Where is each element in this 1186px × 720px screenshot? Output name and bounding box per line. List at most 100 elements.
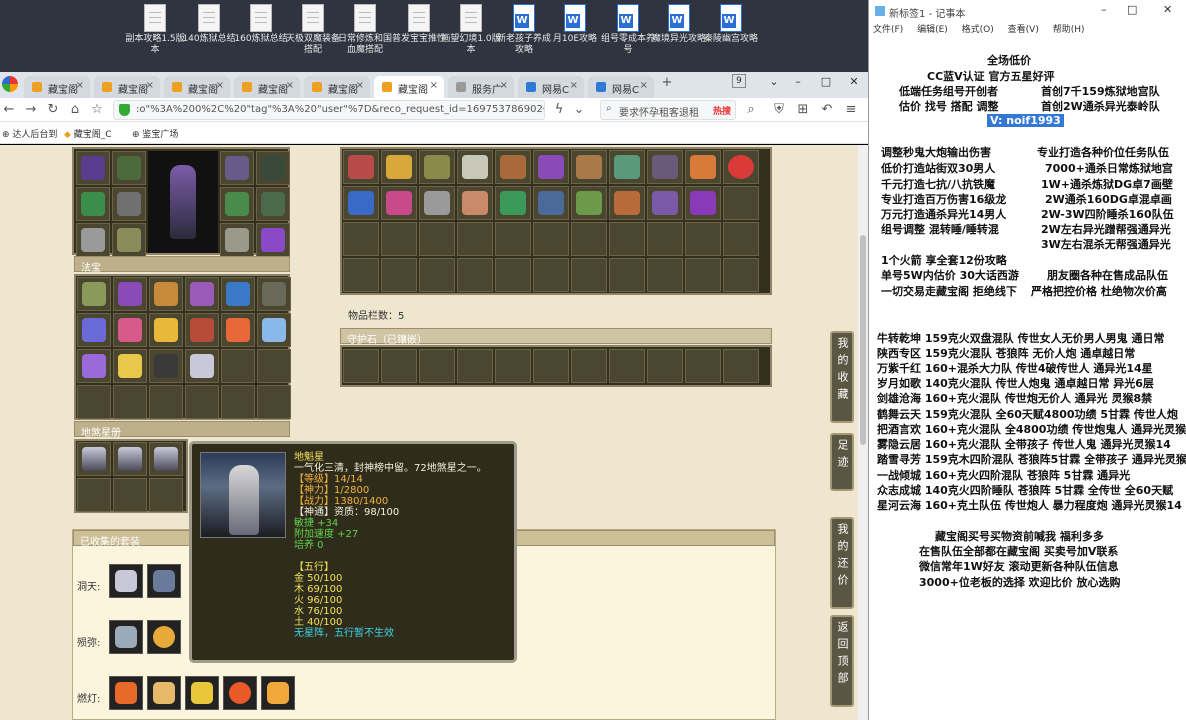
disha-slot[interactable] [77,478,111,512]
stone-slot[interactable] [343,349,379,383]
fabao-slot[interactable] [149,313,183,347]
chevron-down-icon[interactable]: ⌄ [570,101,588,119]
inventory-slot[interactable] [723,150,759,184]
disha-slot[interactable] [149,478,183,512]
search-icon[interactable]: ⌕ [742,101,760,119]
inventory-slot[interactable] [343,258,379,292]
notepad-text-area[interactable]: 全场低价 CC蓝V认证 官方五星好评 低端任务组号开创者 首创7千159炼狱地宫… [869,40,1186,720]
inventory-slot[interactable] [381,150,417,184]
bookmark-item[interactable]: ⊕ 达人后台到 [2,127,57,140]
suit-item[interactable] [109,564,143,598]
inventory-slot[interactable] [609,258,645,292]
back-icon[interactable]: ← [0,101,18,119]
inventory-slot[interactable] [343,186,379,220]
inventory-slot[interactable] [685,186,721,220]
fabao-slot[interactable] [77,313,111,347]
fabao-slot[interactable] [185,349,219,383]
inventory-slot[interactable] [457,222,493,256]
stone-slot[interactable] [571,349,607,383]
equip-slot[interactable] [112,223,146,257]
close-icon[interactable]: × [640,80,648,91]
fabao-slot[interactable] [113,385,147,419]
stone-slot[interactable] [495,349,531,383]
desktop-file[interactable]: 副本攻略1.5版本 [124,4,186,56]
equip-slot[interactable] [220,223,254,257]
inventory-slot[interactable] [533,186,569,220]
back-to-top-button[interactable]: 返回顶部 [830,615,854,707]
inventory-slot[interactable] [609,150,645,184]
menu-view[interactable]: 查看(V) [1008,25,1039,35]
suit-item[interactable] [223,676,257,710]
inventory-slot[interactable] [495,258,531,292]
browser-tab[interactable]: 服务广 × [448,76,514,98]
inventory-slot[interactable] [571,186,607,220]
fabao-slot[interactable] [77,385,111,419]
fabao-slot[interactable] [257,313,291,347]
inventory-slot[interactable] [495,186,531,220]
inventory-slot[interactable] [343,222,379,256]
fabao-slot[interactable] [185,277,219,311]
close-icon[interactable]: ✕ [1163,3,1172,16]
menu-help[interactable]: 帮助(H) [1053,25,1085,35]
fabao-slot[interactable] [257,349,291,383]
url-input[interactable]: :o"%3A%200%2C%20"tag"%3A%20"user"%7D&rec… [113,100,545,120]
forward-icon[interactable]: → [22,101,40,119]
inventory-slot[interactable] [647,258,683,292]
inventory-slot[interactable] [533,150,569,184]
menu-icon[interactable]: ≡ [842,101,860,119]
disha-slot[interactable] [113,478,147,512]
inventory-slot[interactable] [571,258,607,292]
close-icon[interactable]: ✕ [840,72,868,92]
suit-item[interactable] [109,676,143,710]
apps-icon[interactable]: ⊞ [794,101,812,119]
stone-slot[interactable] [647,349,683,383]
my-bargain-button[interactable]: 我的还价 [830,517,854,609]
inventory-slot[interactable] [419,222,455,256]
inventory-slot[interactable] [495,222,531,256]
disha-slot[interactable] [113,442,147,476]
suit-item[interactable] [261,676,295,710]
equip-slot[interactable] [112,151,146,185]
inventory-slot[interactable] [381,258,417,292]
inventory-slot[interactable] [647,186,683,220]
stone-slot[interactable] [419,349,455,383]
close-icon[interactable]: × [146,80,154,91]
maximize-icon[interactable]: □ [812,72,840,92]
desktop-file[interactable]: 日常修炼和国血魔搭配 [334,4,396,56]
browser-tab[interactable]: 藏宝阁 × [94,76,160,98]
inventory-slot[interactable] [723,258,759,292]
inventory-slot[interactable] [723,186,759,220]
menu-file[interactable]: 文件(F) [873,25,903,35]
suit-item[interactable] [185,676,219,710]
search-input[interactable]: ⌕ 要求怀孕租客退租 热搜 [600,100,736,120]
fabao-slot[interactable] [113,313,147,347]
disha-slot[interactable] [149,442,183,476]
stone-slot[interactable] [381,349,417,383]
inventory-slot[interactable] [533,222,569,256]
minimize-icon[interactable]: – [1101,3,1107,16]
equip-slot[interactable] [220,187,254,221]
inventory-slot[interactable] [723,222,759,256]
suit-item[interactable] [147,564,181,598]
stone-slot[interactable] [723,349,759,383]
inventory-slot[interactable] [419,186,455,220]
fabao-slot[interactable] [77,349,111,383]
maximize-icon[interactable]: □ [1127,3,1137,16]
refresh-icon[interactable]: ↻ [44,101,62,119]
stone-slot[interactable] [609,349,645,383]
shield-icon[interactable]: ⛨ [770,101,788,119]
fabao-slot[interactable] [113,349,147,383]
inventory-slot[interactable] [457,150,493,184]
desktop-file[interactable]: 秦陵幽宫攻略 [700,4,762,45]
fabao-slot[interactable] [77,277,111,311]
my-favorites-button[interactable]: 我的收藏 [830,331,854,423]
fabao-slot[interactable] [149,277,183,311]
suit-item[interactable] [147,620,181,654]
close-icon[interactable]: × [286,80,294,91]
home-icon[interactable]: ⌂ [66,101,84,119]
equip-slot[interactable] [112,187,146,221]
disha-slot[interactable] [77,442,111,476]
menu-edit[interactable]: 编辑(E) [917,25,948,35]
minimize-icon[interactable]: – [784,72,812,92]
fabao-slot[interactable] [185,385,219,419]
